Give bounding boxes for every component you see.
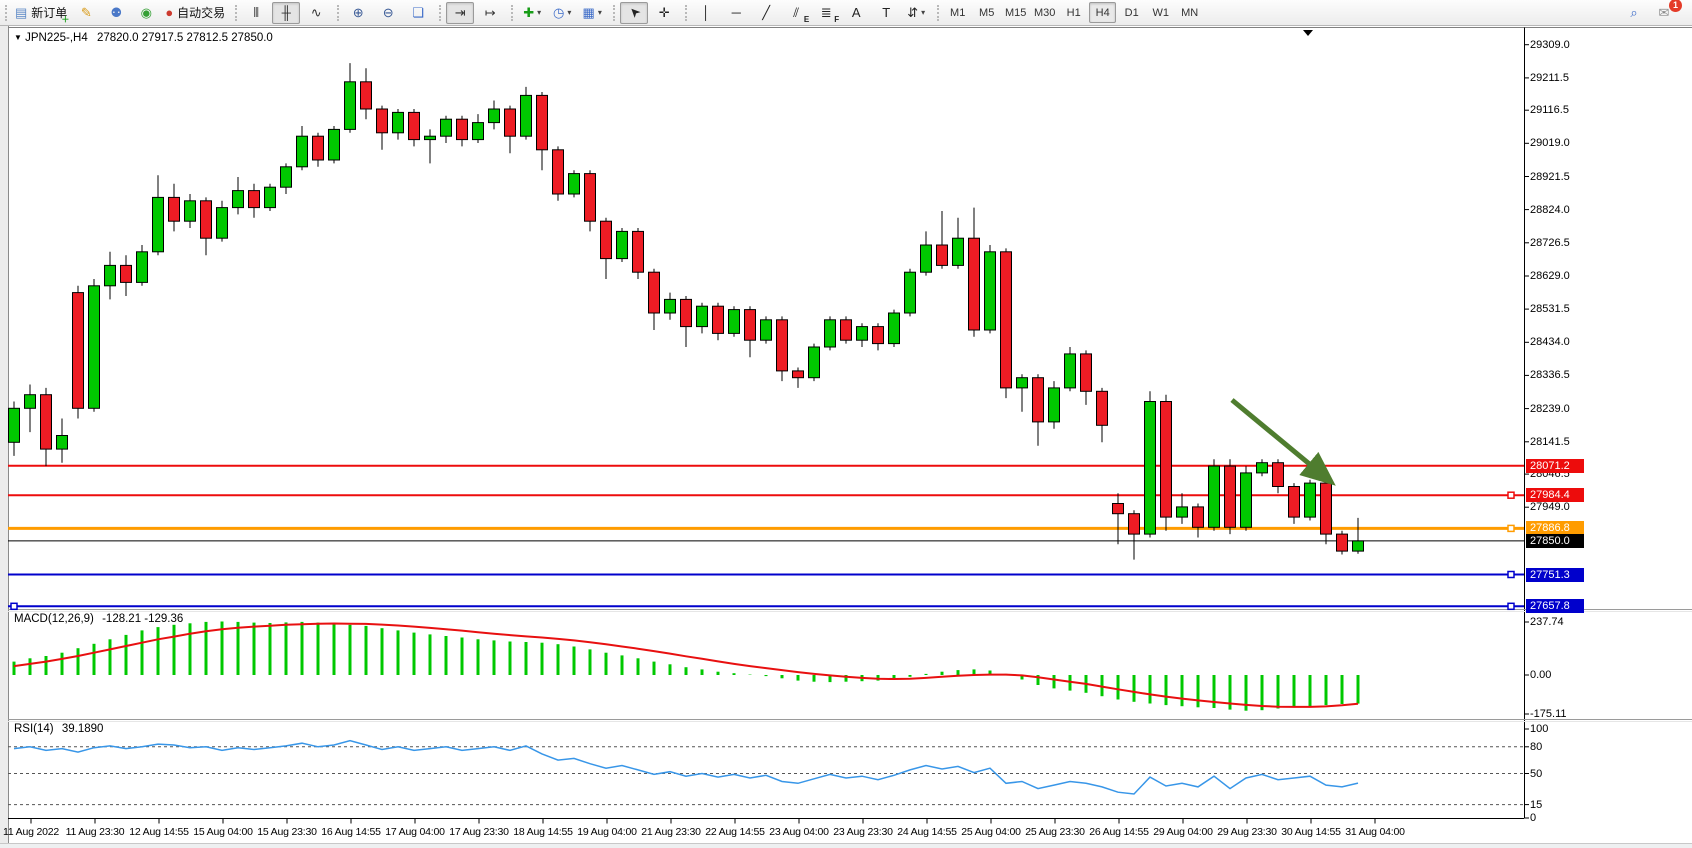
chart-ohlc-values: 27820.0 27917.5 27812.5 27850.0 [97, 32, 273, 44]
price-line-label: 27657.8 [1526, 599, 1584, 613]
price-axis[interactable] [1524, 27, 1692, 818]
chart-canvas[interactable] [0, 0, 1692, 848]
macd-pane-title: MACD(12,26,9) -128.21 -129.36 [14, 613, 183, 625]
rsi-label: RSI(14) [14, 723, 54, 735]
time-axis[interactable] [8, 819, 1524, 843]
rsi-value: 39.1890 [62, 723, 104, 735]
mt4-window: ▤＋新订单✎⚉◉●自动交易⫴╫∿⊕⊖❏⇥↦✚▾◷▾▦▾➤✛│─╱⫽E≣FAT⇵▾… [0, 0, 1692, 848]
chart-title: ▼ JPN225-,H4 27820.0 27917.5 27812.5 278… [14, 32, 273, 44]
symbol-dropdown-icon[interactable]: ▼ [14, 33, 22, 42]
rsi-pane-title: RSI(14) 39.1890 [14, 723, 103, 735]
macd-values: -128.21 -129.36 [102, 613, 183, 625]
status-bar [0, 843, 1692, 848]
chart-symbol-period: JPN225-,H4 [25, 32, 88, 44]
macd-label: MACD(12,26,9) [14, 613, 94, 625]
price-line-label: 28071.2 [1526, 459, 1584, 473]
price-line-label: 27751.3 [1526, 568, 1584, 582]
price-line-label: 27850.0 [1526, 534, 1584, 548]
price-line-label: 27984.4 [1526, 488, 1584, 502]
